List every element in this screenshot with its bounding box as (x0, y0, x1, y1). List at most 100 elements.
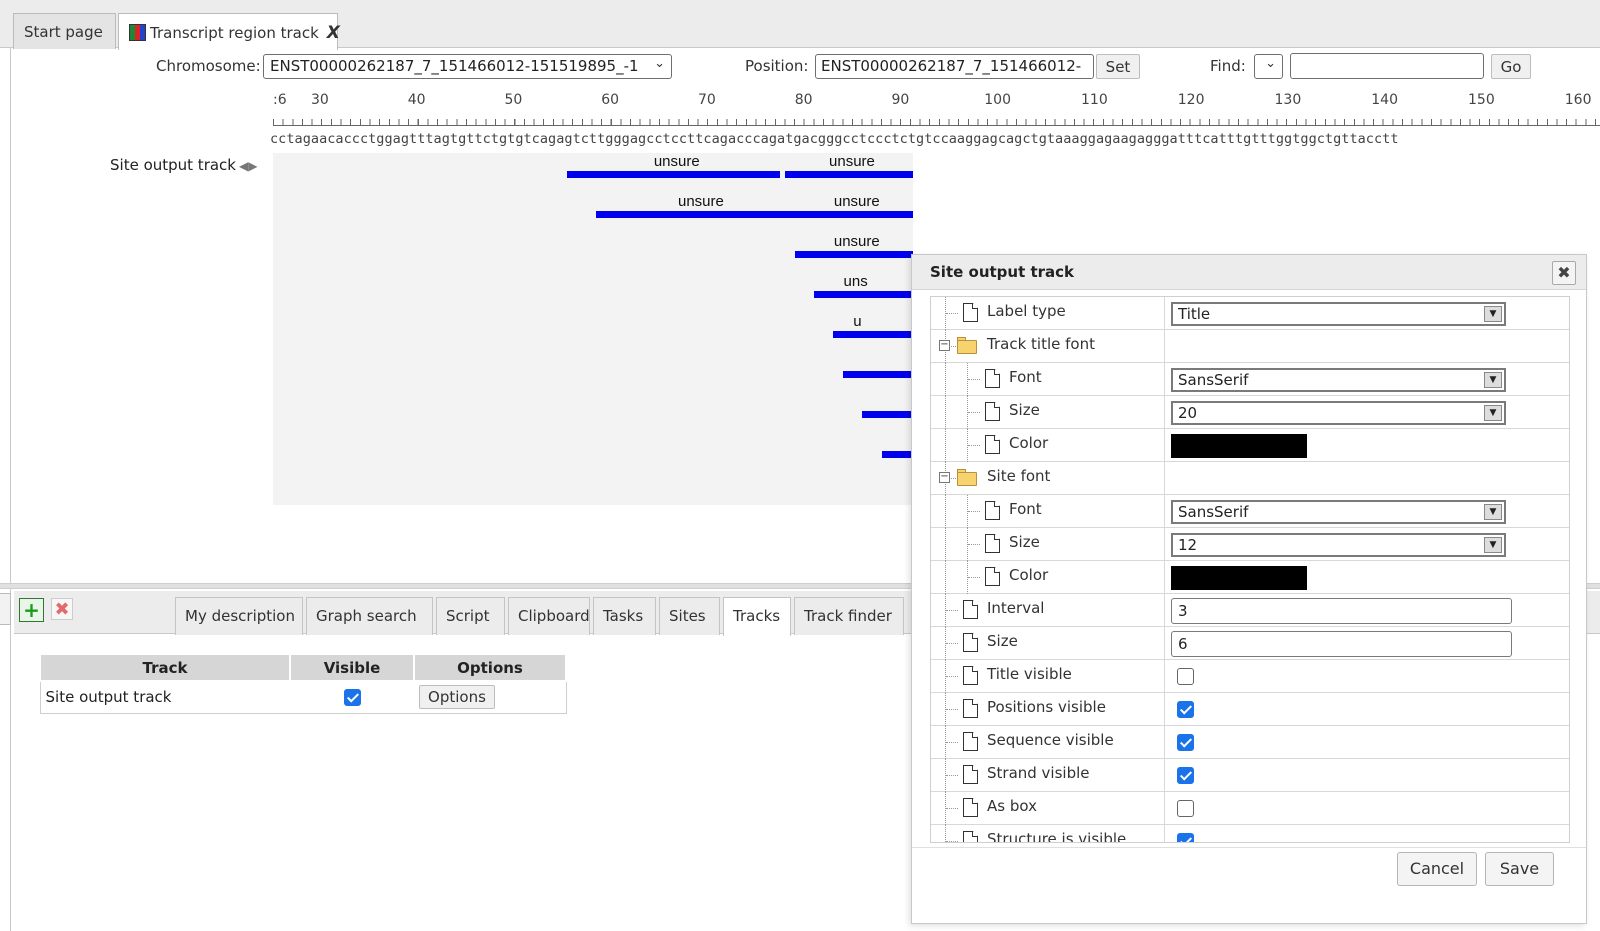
column-divider (1164, 825, 1165, 842)
property-row[interactable]: Positions visible (931, 693, 1569, 726)
cancel-button[interactable]: Cancel (1397, 852, 1477, 886)
ruler-tick-label: 100 (984, 92, 1011, 108)
property-row[interactable]: − Track title font (931, 330, 1569, 363)
column-divider (1164, 429, 1165, 462)
close-icon[interactable]: ✖ (1552, 261, 1576, 285)
set-button[interactable]: Set (1096, 54, 1140, 79)
property-checkbox[interactable] (1177, 701, 1194, 718)
chevron-down-icon: ⌄ (654, 56, 665, 71)
tree-connector (945, 363, 946, 396)
property-row[interactable]: Label type Title ▼ (931, 297, 1569, 330)
site-bar[interactable] (596, 211, 800, 218)
column-header-visible: Visible (289, 653, 415, 682)
ruler-tick-label: 50 (504, 92, 523, 108)
property-row[interactable]: Font SansSerif ▼ (931, 363, 1569, 396)
property-row[interactable]: As box (931, 792, 1569, 825)
property-row[interactable]: Size 12 ▼ (931, 528, 1569, 561)
property-select[interactable]: SansSerif ▼ (1171, 500, 1506, 524)
options-button[interactable]: Options (419, 685, 495, 710)
tab-start-page[interactable]: Start page (13, 13, 116, 49)
tree-connector (945, 429, 946, 462)
dropdown-arrow-icon[interactable]: ▼ (1484, 405, 1502, 421)
visible-checkbox[interactable] (343, 689, 361, 707)
tree-connector (967, 429, 968, 462)
track-name-label: Site output track ◀▶ (110, 156, 258, 174)
divider (912, 847, 1586, 848)
site-bar[interactable] (843, 371, 913, 378)
visible-cell (290, 681, 414, 713)
tab-transcript-region-track[interactable]: Transcript region track X (118, 13, 340, 50)
property-row[interactable]: Interval 3 (931, 594, 1569, 627)
property-checkbox[interactable] (1177, 668, 1194, 685)
property-select[interactable]: Title ▼ (1171, 302, 1506, 326)
property-name: Site font (987, 467, 1051, 485)
site-bar[interactable] (833, 331, 913, 338)
property-row[interactable]: Strand visible (931, 759, 1569, 792)
property-row[interactable]: Color (931, 429, 1569, 462)
track-arrows-icon[interactable]: ◀▶ (239, 159, 257, 173)
site-bar[interactable] (814, 291, 913, 298)
tree-connector (968, 544, 980, 545)
site-track-area[interactable]: unsure unsure unsure unsure unsure uns u (273, 153, 913, 505)
property-row[interactable]: Color (931, 561, 1569, 594)
property-checkbox[interactable] (1177, 734, 1194, 751)
site-bar[interactable] (794, 251, 913, 258)
site-label: unsure (833, 233, 880, 250)
property-checkbox[interactable] (1177, 800, 1194, 817)
ruler-tick-label: :6 (273, 92, 287, 108)
close-tab-icon[interactable]: X (327, 23, 340, 43)
find-mode-select[interactable]: ⌄ (1254, 54, 1283, 79)
collapse-icon[interactable]: − (939, 472, 950, 483)
find-input[interactable] (1290, 53, 1484, 79)
property-row[interactable]: Sequence visible (931, 726, 1569, 759)
remove-track-icon[interactable]: ✖ (51, 598, 73, 620)
property-checkbox[interactable] (1177, 767, 1194, 784)
tab-track-finder[interactable]: Track finder (794, 597, 904, 635)
dropdown-arrow-icon[interactable]: ▼ (1484, 306, 1502, 322)
property-input[interactable]: 3 (1171, 598, 1512, 624)
site-bar[interactable] (862, 411, 913, 418)
color-swatch[interactable] (1171, 566, 1307, 590)
property-row[interactable]: Font SansSerif ▼ (931, 495, 1569, 528)
tab-my-description[interactable]: My description (175, 597, 303, 635)
site-bar[interactable] (881, 451, 913, 458)
property-checkbox[interactable] (1177, 833, 1194, 842)
tab-clipboard[interactable]: Clipboard (508, 597, 590, 635)
chromosome-select[interactable]: ENST00000262187_7_151466012-151519895_-1… (263, 54, 672, 79)
site-bar[interactable] (794, 211, 913, 218)
property-row[interactable]: Structure is visible (931, 825, 1569, 842)
site-label: u (853, 313, 862, 330)
go-button[interactable]: Go (1491, 54, 1531, 79)
site-bar[interactable] (567, 171, 781, 178)
property-select[interactable]: 12 ▼ (1171, 533, 1506, 557)
position-input[interactable]: ENST00000262187_7_151466012- (815, 54, 1094, 79)
property-row[interactable]: Title visible (931, 660, 1569, 693)
property-select[interactable]: SansSerif ▼ (1171, 368, 1506, 392)
track-name-cell: Site output track (45, 688, 172, 707)
save-button[interactable]: Save (1485, 852, 1554, 886)
add-track-icon[interactable]: + (19, 598, 44, 622)
dropdown-arrow-icon[interactable]: ▼ (1484, 537, 1502, 553)
tab-script[interactable]: Script (436, 597, 505, 635)
tree-connector (945, 297, 946, 330)
tree-connector (967, 495, 968, 528)
color-swatch[interactable] (1171, 434, 1307, 458)
property-row[interactable]: Size 20 ▼ (931, 396, 1569, 429)
tab-tracks[interactable]: Tracks (723, 597, 791, 636)
ruler-tick-label: 160 (1564, 92, 1592, 108)
track-icon (129, 24, 146, 41)
dropdown-arrow-icon[interactable]: ▼ (1484, 504, 1502, 520)
property-select[interactable]: 20 ▼ (1171, 401, 1506, 425)
tab-sites[interactable]: Sites (659, 597, 720, 635)
tab-tasks[interactable]: Tasks (593, 597, 656, 635)
property-row[interactable]: Size 6 (931, 627, 1569, 660)
column-header-options: Options (413, 653, 567, 682)
property-input[interactable]: 6 (1171, 631, 1512, 657)
tree-connector (946, 841, 958, 842)
collapse-icon[interactable]: − (939, 340, 950, 351)
site-bar[interactable] (785, 171, 913, 178)
tree-connector (967, 363, 968, 396)
tab-graph-search[interactable]: Graph search (306, 597, 433, 635)
property-row[interactable]: − Site font (931, 462, 1569, 495)
dropdown-arrow-icon[interactable]: ▼ (1484, 372, 1502, 388)
